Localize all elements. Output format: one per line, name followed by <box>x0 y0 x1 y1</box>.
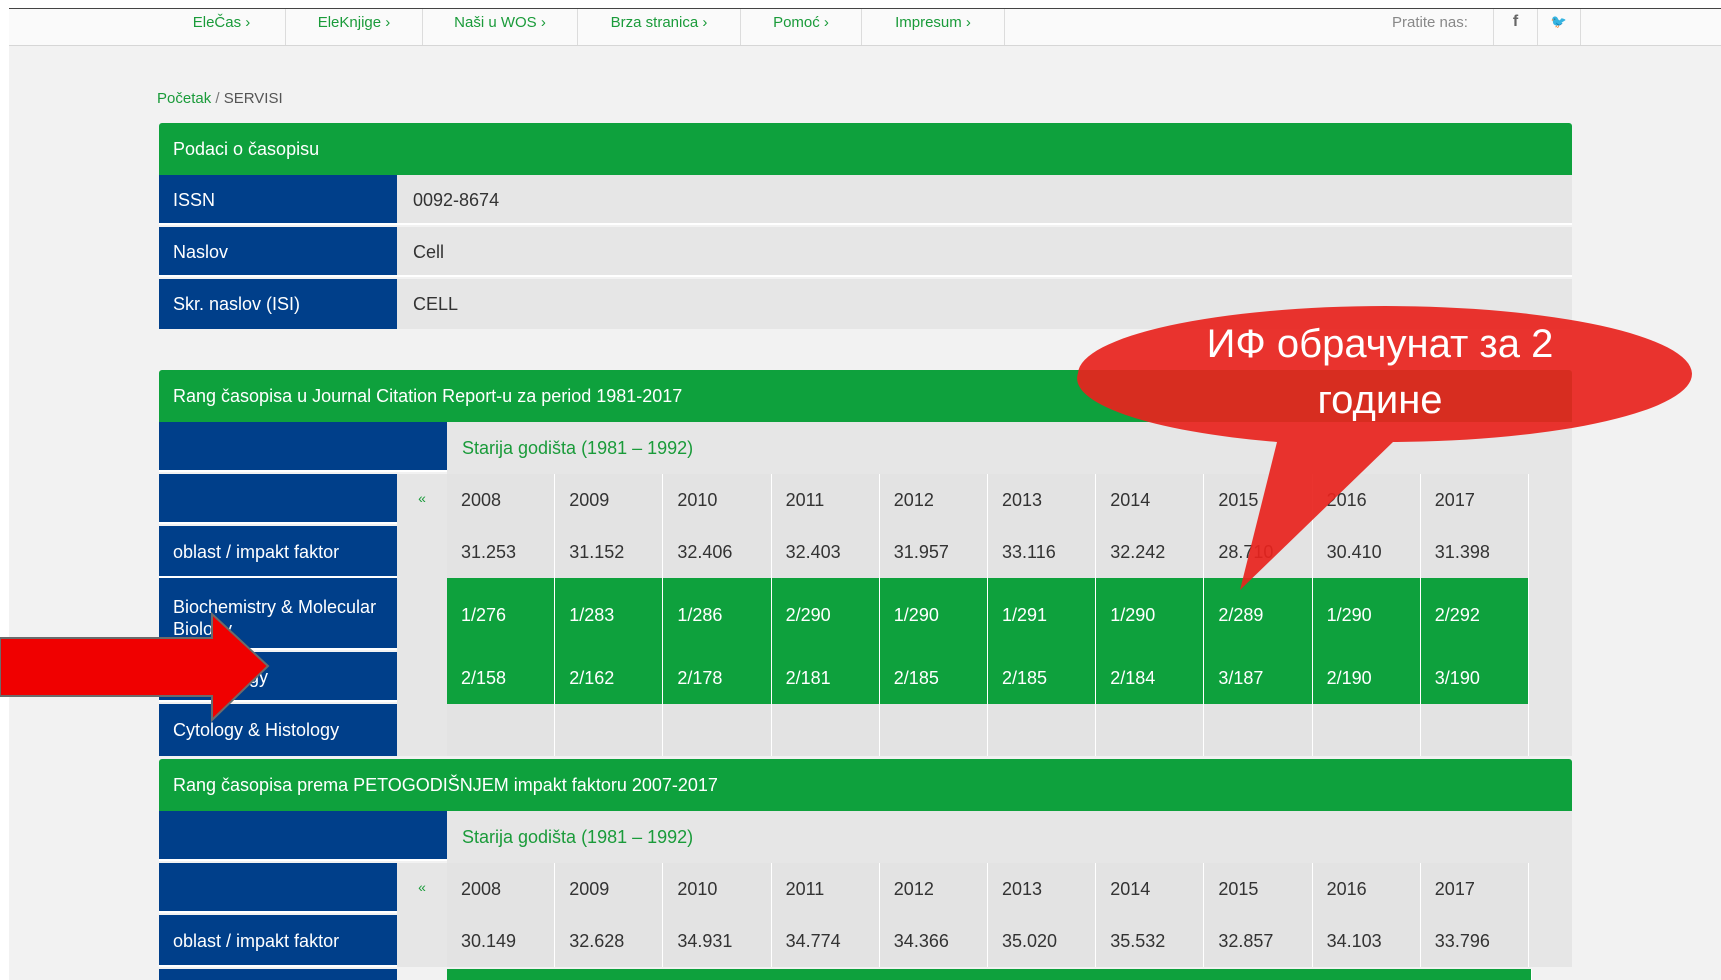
callout-text: ИФ обрачунат за 2 године <box>1206 322 1554 422</box>
annotation-overlay <box>0 306 1692 723</box>
red-arrow <box>0 611 270 723</box>
